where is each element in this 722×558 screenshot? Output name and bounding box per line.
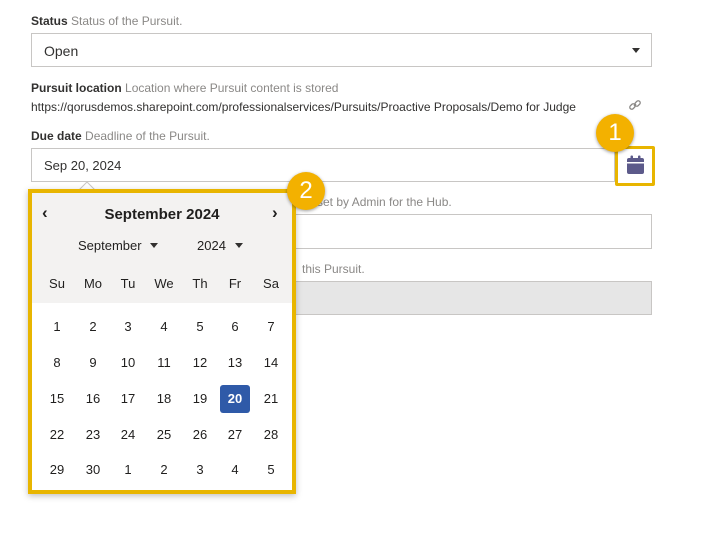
status-label: Status Status of the Pursuit. <box>31 14 183 28</box>
hidden-field-2-description: this Pursuit. <box>302 262 365 276</box>
calendar-day[interactable]: 17 <box>113 385 143 413</box>
calendar-day[interactable]: 28 <box>256 421 286 449</box>
weekday-label: Tu <box>120 276 136 291</box>
calendar-day[interactable]: 27 <box>220 421 250 449</box>
calendar-icon[interactable] <box>626 155 645 175</box>
calendar-day[interactable]: 24 <box>113 421 143 449</box>
calendar-header: ‹ September 2024 › September 2024 Su Mo … <box>32 193 292 303</box>
calendar-day-selected[interactable]: 20 <box>220 385 250 413</box>
calendar-day[interactable]: 29 <box>42 456 72 484</box>
next-month-button[interactable]: › <box>272 203 278 223</box>
calendar-day[interactable]: 18 <box>149 385 179 413</box>
calendar-day[interactable]: 11 <box>149 349 179 377</box>
year-select[interactable]: 2024 <box>197 238 243 253</box>
calendar-day[interactable]: 16 <box>78 385 108 413</box>
calendar-day[interactable]: 7 <box>256 313 286 341</box>
calendar-day[interactable]: 3 <box>113 313 143 341</box>
calendar-day[interactable]: 13 <box>220 349 250 377</box>
calendar-day[interactable]: 2 <box>149 456 179 484</box>
link-icon[interactable] <box>628 98 642 112</box>
weekday-label: Su <box>49 276 65 291</box>
calendar-day[interactable]: 5 <box>185 313 215 341</box>
calendar-day[interactable]: 8 <box>42 349 72 377</box>
weekday-label: Mo <box>83 276 103 291</box>
hidden-field-1-input[interactable] <box>290 214 652 249</box>
calendar-day[interactable]: 19 <box>185 385 215 413</box>
calendar-day[interactable]: 4 <box>149 313 179 341</box>
calendar-title: September 2024 <box>104 206 220 223</box>
calendar-day[interactable]: 14 <box>256 349 286 377</box>
status-value: Open <box>44 43 79 59</box>
weekday-label: Fr <box>228 276 242 291</box>
calendar-day[interactable]: 23 <box>78 421 108 449</box>
due-date-input[interactable]: Sep 20, 2024 <box>31 148 615 182</box>
calendar-day[interactable]: 12 <box>185 349 215 377</box>
month-select[interactable]: September <box>78 238 159 253</box>
hidden-field-1-description: set by Admin for the Hub. <box>317 195 452 209</box>
calendar-day[interactable]: 1 <box>113 456 143 484</box>
weekday-label: Th <box>192 276 208 291</box>
weekday-label: We <box>154 276 174 291</box>
chevron-down-icon <box>150 243 159 248</box>
calendar-day[interactable]: 15 <box>42 385 72 413</box>
calendar-day[interactable]: 10 <box>113 349 143 377</box>
weekday-label: Sa <box>263 276 279 291</box>
chevron-down-icon <box>632 48 640 53</box>
calendar-day[interactable]: 21 <box>256 385 286 413</box>
calendar-day[interactable]: 26 <box>185 421 215 449</box>
calendar-day[interactable]: 30 <box>78 456 108 484</box>
hidden-field-2-input <box>290 281 652 315</box>
calendar-day[interactable]: 1 <box>42 313 72 341</box>
calendar-day[interactable]: 2 <box>78 313 108 341</box>
location-url[interactable]: https://qorusdemos.sharepoint.com/profes… <box>31 100 576 114</box>
calendar-day[interactable]: 5 <box>256 456 286 484</box>
location-label: Pursuit location Location where Pursuit … <box>31 81 339 95</box>
callout-badge-2: 2 <box>287 172 325 210</box>
calendar-day[interactable]: 9 <box>78 349 108 377</box>
status-select[interactable]: Open <box>31 33 652 67</box>
callout-badge-1: 1 <box>596 114 634 152</box>
calendar-day[interactable]: 3 <box>185 456 215 484</box>
calendar-day[interactable]: 25 <box>149 421 179 449</box>
calendar-day[interactable]: 6 <box>220 313 250 341</box>
due-date-value: Sep 20, 2024 <box>44 158 122 173</box>
calendar-day[interactable]: 4 <box>220 456 250 484</box>
due-date-label: Due date Deadline of the Pursuit. <box>31 129 210 143</box>
date-picker-calendar: ‹ September 2024 › September 2024 Su Mo … <box>28 189 296 494</box>
calendar-day[interactable]: 22 <box>42 421 72 449</box>
chevron-down-icon <box>234 243 243 248</box>
